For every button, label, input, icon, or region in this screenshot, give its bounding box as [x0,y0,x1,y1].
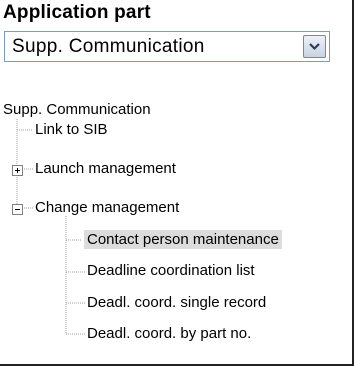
tree-item-deadl-coord-by-part-no[interactable]: Deadl. coord. by part no. [87,325,251,342]
tree-item-deadline-coordination-list[interactable]: Deadline coordination list [87,262,255,279]
tree-item-link-to-sib[interactable]: Link to SIB [35,121,108,138]
expand-plus-icon[interactable] [12,165,23,176]
collapse-minus-icon[interactable] [12,204,23,215]
tree-item-deadl-coord-single-record[interactable]: Deadl. coord. single record [87,294,266,311]
tree-item-launch-management[interactable]: Launch management [35,160,176,177]
tree-connector-lines [16,119,85,335]
tree-item-change-management[interactable]: Change management [35,199,179,216]
tree-item-contact-person-maintenance[interactable]: Contact person maintenance [84,230,282,249]
tree-root-item[interactable]: Supp. Communication [3,101,151,118]
